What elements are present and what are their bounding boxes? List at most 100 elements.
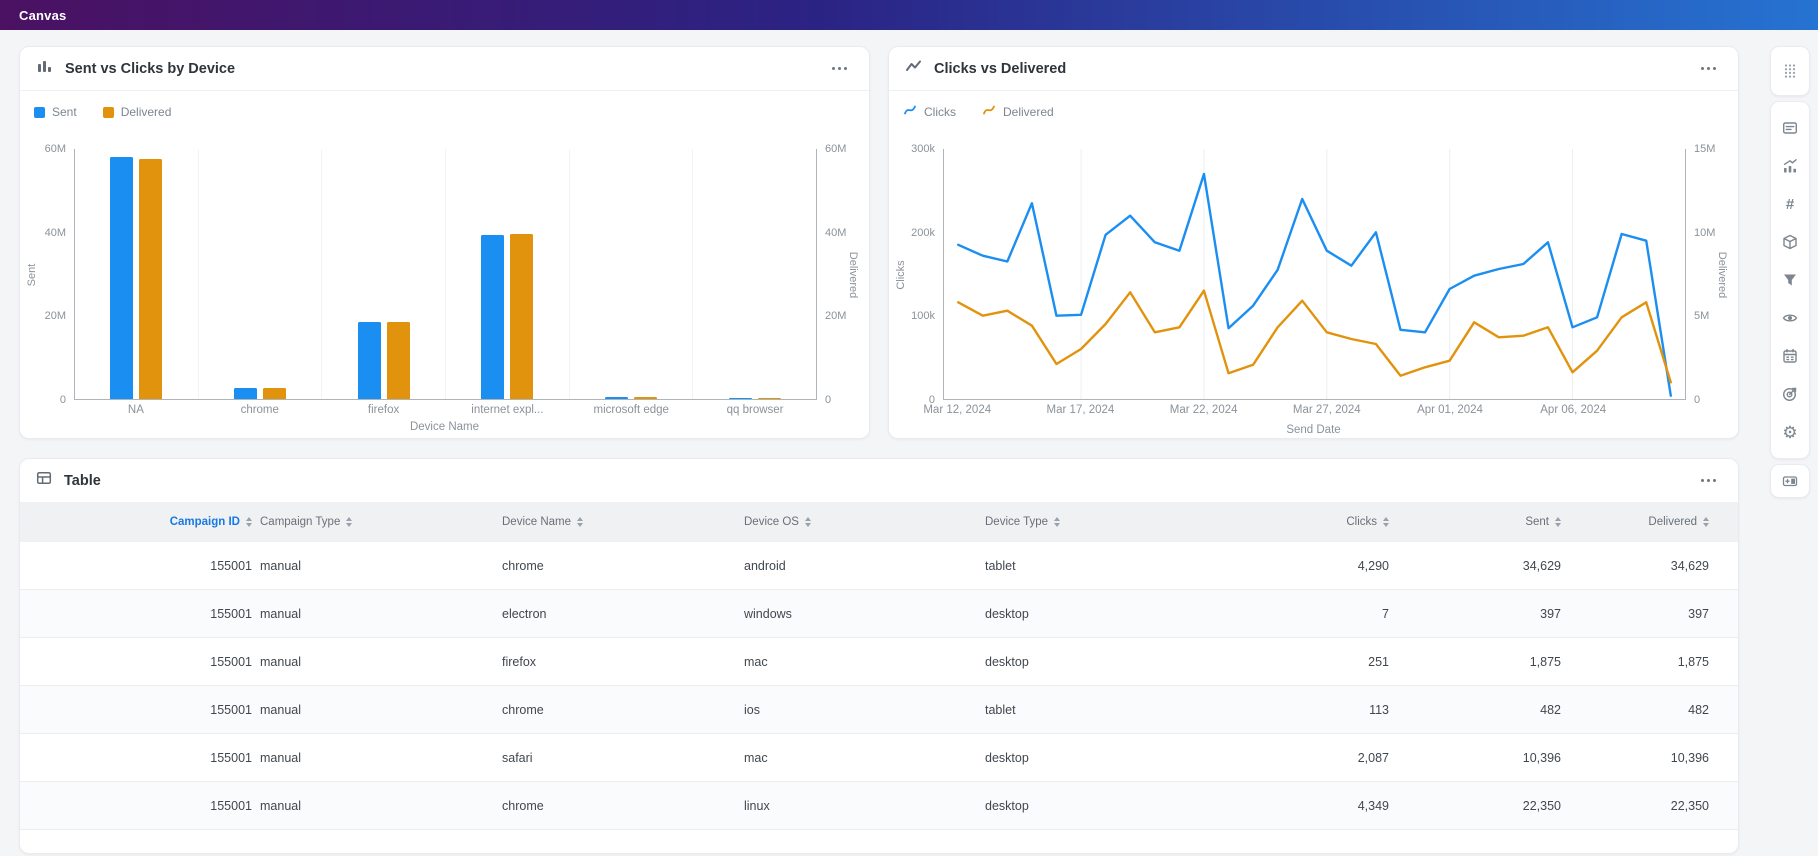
table-cell: mac (736, 751, 977, 765)
bar-chart-legend: Sent Delivered (20, 91, 869, 123)
sort-arrows-icon (805, 517, 811, 527)
axis-tick-label: 60M (45, 143, 66, 155)
table-cell: 10,396 (1561, 751, 1709, 765)
table-cell: tablet (977, 703, 1227, 717)
content-area: Sent vs Clicks by Device Sent Delivered S… (19, 46, 1739, 854)
axis-tick-label: 10M (1694, 227, 1715, 239)
table-row[interactable]: 155001manualfirefoxmacdesktop2511,8751,8… (20, 638, 1738, 686)
bar-group-NA (75, 149, 199, 399)
table-cell: 1,875 (1561, 655, 1709, 669)
table-body: 155001manualchromeandroidtablet4,29034,6… (20, 542, 1738, 830)
column-header-device-name[interactable]: Device Name (494, 516, 736, 528)
table-row[interactable]: 155001manualchromeiostablet113482482 (20, 686, 1738, 734)
column-header-label: Clicks (1346, 516, 1377, 528)
table-cell: 251 (1227, 655, 1389, 669)
column-header-delivered[interactable]: Delivered (1561, 516, 1709, 528)
table-cell: 155001 (20, 799, 252, 813)
table-cell: desktop (977, 799, 1227, 813)
table-row[interactable]: 155001manualelectronwindowsdesktop739739… (20, 590, 1738, 638)
filter-funnel-icon[interactable] (1771, 261, 1809, 299)
line-series-delivered[interactable] (958, 291, 1671, 383)
panel-add-icon[interactable] (1771, 467, 1809, 495)
line-card-title: Clicks vs Delivered (934, 61, 1066, 77)
bar-delivered[interactable] (387, 322, 410, 399)
bar-delivered[interactable] (139, 159, 162, 399)
drag-handle-icon[interactable] (1771, 52, 1809, 90)
line-x-tick-label: Mar 22, 2024 (1170, 404, 1238, 416)
charts-row: Sent vs Clicks by Device Sent Delivered S… (19, 46, 1739, 439)
table-cell: tablet (977, 559, 1227, 573)
bar-sent[interactable] (729, 398, 752, 399)
bar-delivered[interactable] (263, 388, 286, 399)
sort-down-arrow (1703, 523, 1709, 527)
bar-group-qq-browser (693, 149, 816, 399)
sort-up-arrow (1703, 517, 1709, 521)
bar-x-label: NA (74, 404, 198, 416)
axis-tick-label: 60M (825, 143, 846, 155)
line-x-tick-label: Apr 01, 2024 (1417, 404, 1483, 416)
bar-x-axis-title: Device Name (20, 416, 869, 433)
line-chart-legend: Clicks Delivered (889, 91, 1738, 123)
column-header-device-type[interactable]: Device Type (977, 516, 1227, 528)
bar-sent[interactable] (481, 235, 504, 399)
bar-x-label: qq browser (693, 404, 817, 416)
table-card: Table Campaign IDCampaign TypeDevice Nam… (19, 458, 1739, 854)
legend-item-delivered[interactable]: Delivered (982, 103, 1054, 122)
legend-label: Delivered (1003, 105, 1054, 119)
table-cell: 34,629 (1389, 559, 1561, 573)
table-cell: chrome (494, 559, 736, 573)
table-cell: 7 (1227, 607, 1389, 621)
legend-item-delivered[interactable]: Delivered (103, 105, 172, 119)
legend-item-sent[interactable]: Sent (34, 105, 77, 119)
table-cell: electron (494, 607, 736, 621)
bar-delivered[interactable] (510, 234, 533, 399)
sort-up-arrow (805, 517, 811, 521)
bar-group-firefox (322, 149, 446, 399)
calendar-icon[interactable] (1771, 337, 1809, 375)
table-row[interactable]: 155001manualsafarimacdesktop2,08710,3961… (20, 734, 1738, 782)
more-options-button[interactable] (1695, 61, 1722, 76)
bar-card-title: Sent vs Clicks by Device (65, 61, 235, 77)
column-header-campaign-type[interactable]: Campaign Type (252, 516, 494, 528)
column-header-campaign-id[interactable]: Campaign ID (20, 516, 252, 528)
table-cell: manual (252, 751, 494, 765)
text-block-icon[interactable] (1771, 109, 1809, 147)
app-title: Canvas (19, 8, 66, 23)
bar-delivered[interactable] (634, 397, 657, 399)
cube-icon[interactable] (1771, 223, 1809, 261)
bar-right-axis-title: Delivered (847, 251, 859, 297)
bar-sent[interactable] (110, 157, 133, 400)
bar-delivered[interactable] (758, 398, 781, 399)
more-options-button[interactable] (1695, 473, 1722, 488)
target-icon[interactable] (1771, 375, 1809, 413)
bar-sent[interactable] (358, 322, 381, 400)
line-chart-plot (944, 149, 1685, 399)
column-header-clicks[interactable]: Clicks (1227, 516, 1389, 528)
column-header-label: Device Type (985, 516, 1048, 528)
bar-card-header: Sent vs Clicks by Device (20, 47, 869, 91)
table-cell: 2,087 (1227, 751, 1389, 765)
column-header-device-os[interactable]: Device OS (736, 516, 977, 528)
bar-sent[interactable] (605, 397, 628, 399)
bar-left-axis-title: Sent (26, 263, 38, 286)
legend-item-clicks[interactable]: Clicks (903, 103, 956, 122)
table-cell: 155001 (20, 559, 252, 573)
table-cell: chrome (494, 799, 736, 813)
bar-chart-icon (36, 58, 53, 79)
canvas-page: Canvas Sent vs Clicks by Device Sent Deli… (0, 0, 1818, 856)
bar-chart-area: Sent 60M40M20M0 Delivered 60M40M20M0 (20, 123, 869, 400)
line-series-clicks[interactable] (958, 174, 1671, 396)
bar-sent[interactable] (234, 388, 257, 399)
hash-icon[interactable]: # (1771, 185, 1809, 223)
column-header-sent[interactable]: Sent (1389, 516, 1561, 528)
gear-icon[interactable]: ⚙ (1771, 413, 1809, 451)
bar-x-label: chrome (198, 404, 322, 416)
table-row[interactable]: 155001manualchromelinuxdesktop4,34922,35… (20, 782, 1738, 830)
column-header-label: Campaign ID (170, 516, 240, 528)
table-cell: 113 (1227, 703, 1389, 717)
more-options-button[interactable] (826, 61, 853, 76)
chart-trend-icon[interactable] (1771, 147, 1809, 185)
table-row[interactable]: 155001manualchromeandroidtablet4,29034,6… (20, 542, 1738, 590)
column-header-label: Sent (1525, 516, 1549, 528)
eye-icon[interactable] (1771, 299, 1809, 337)
